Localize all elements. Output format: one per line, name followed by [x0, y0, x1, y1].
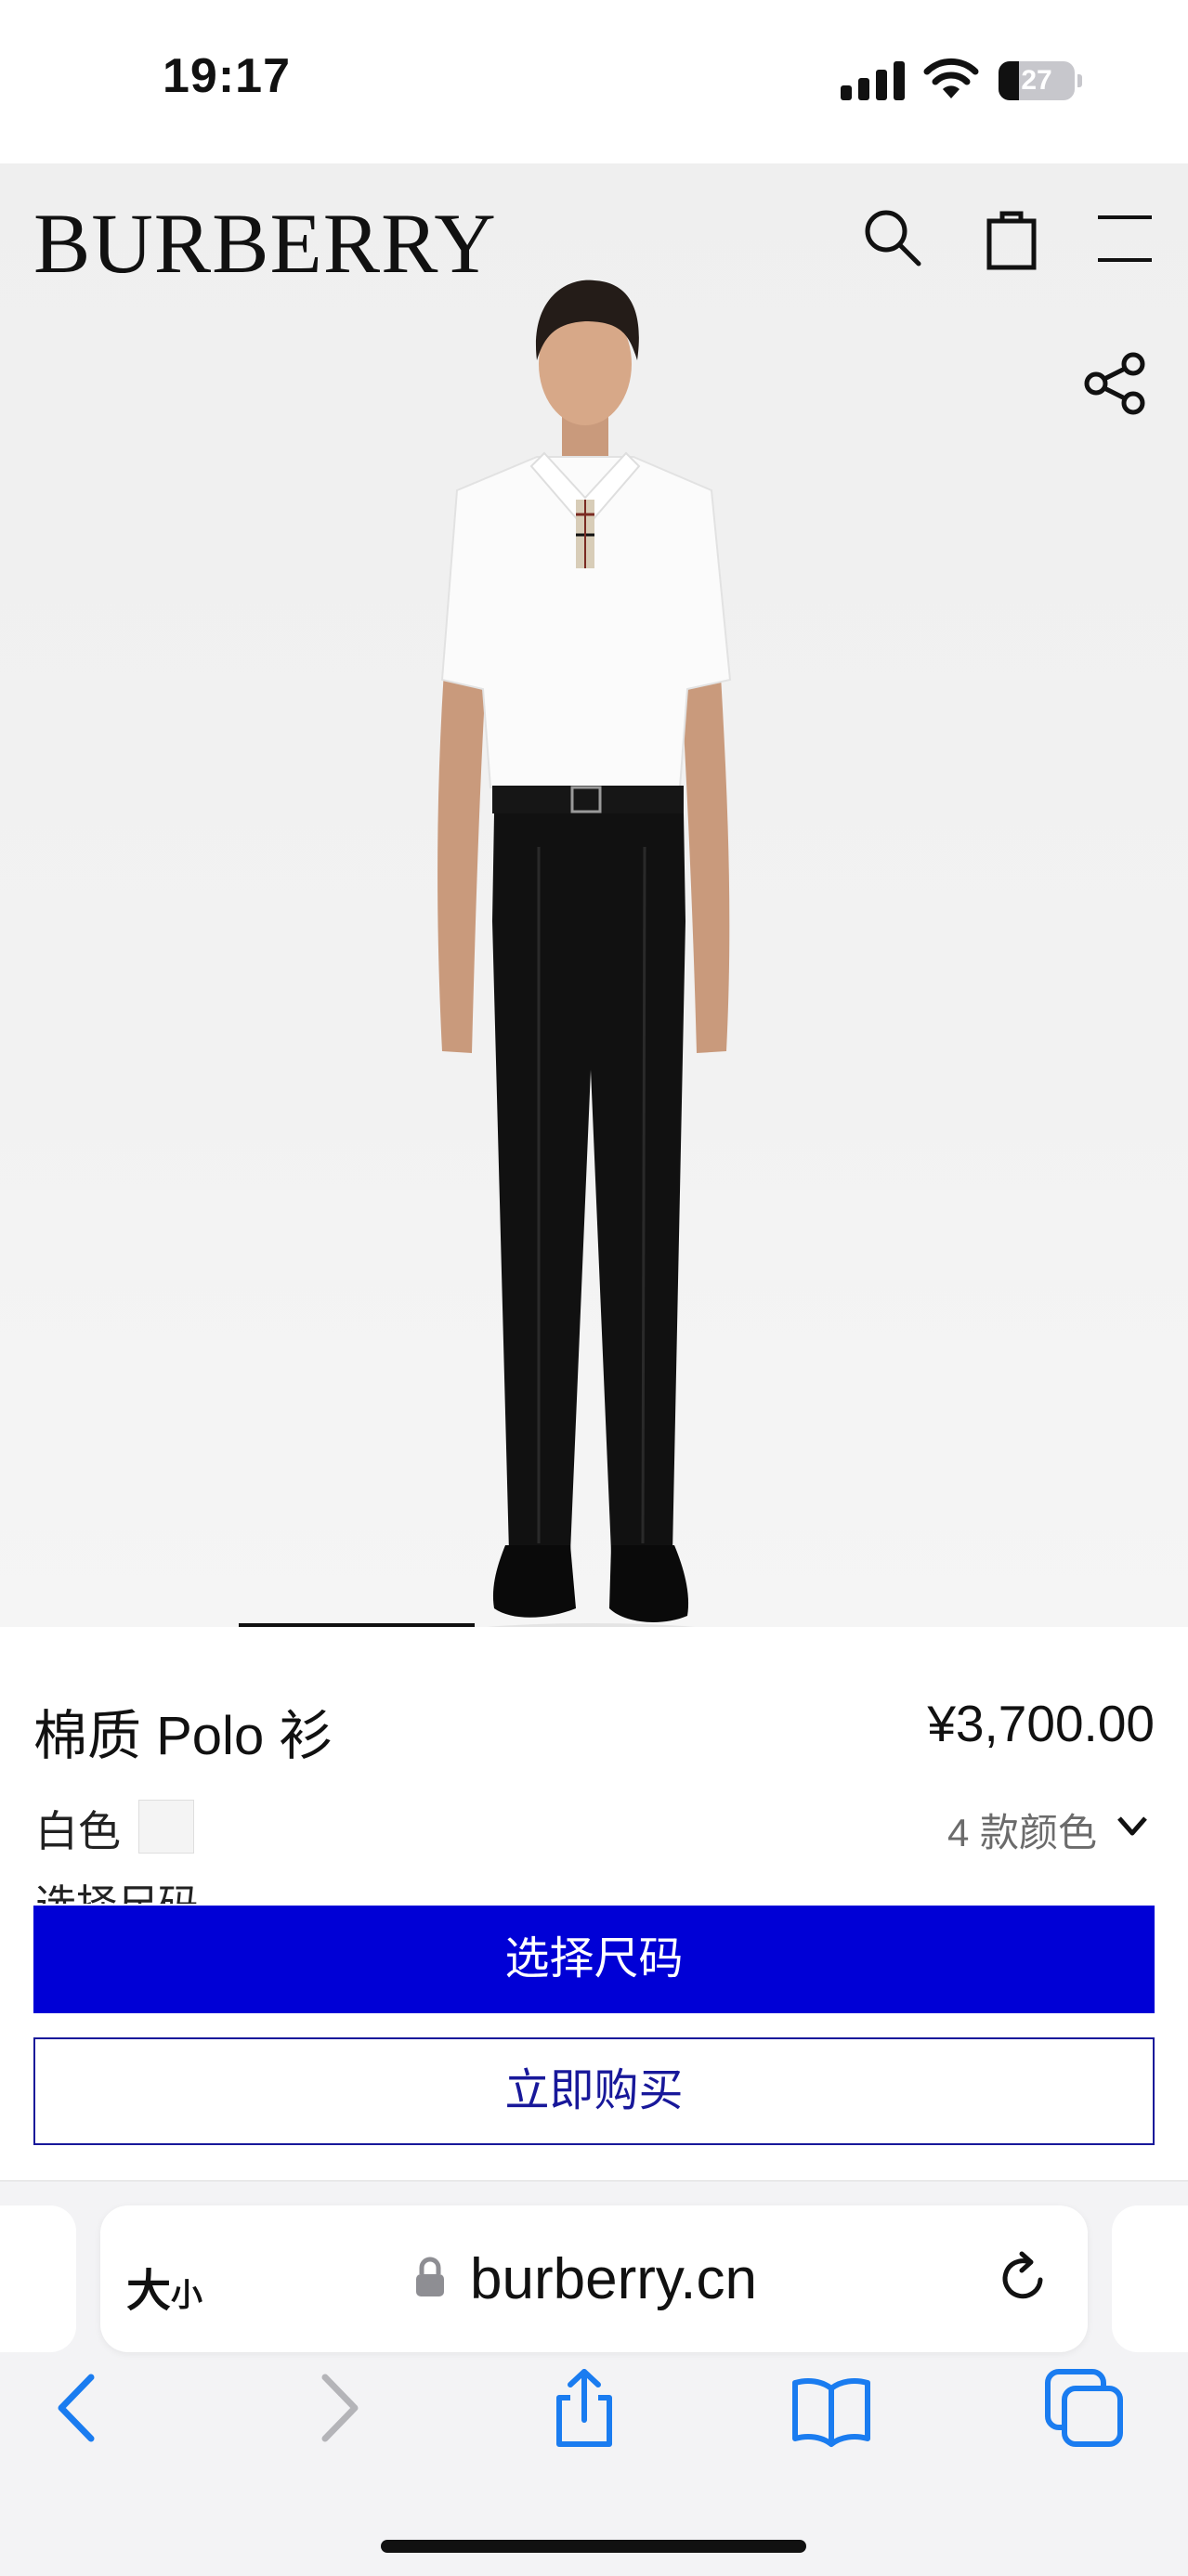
battery-level: 27 [1021, 65, 1052, 96]
battery-icon: 27 [999, 61, 1082, 100]
text-size-small-label: 小 [171, 2278, 203, 2313]
text-size-big-label: 大 [126, 2267, 172, 2316]
next-tab-preview[interactable] [1112, 2205, 1188, 2352]
menu-icon[interactable] [1089, 202, 1159, 273]
reload-icon[interactable] [994, 2248, 1053, 2308]
url-text[interactable]: burberry.cn [470, 2246, 757, 2312]
bookmarks-icon[interactable] [790, 2366, 873, 2450]
color-options-toggle[interactable]: 4 款颜色 [947, 1802, 1097, 1858]
cellular-signal-icon [841, 61, 905, 100]
text-size-button[interactable]: 大小 [126, 2254, 202, 2319]
buy-now-button[interactable]: 立即购买 [33, 2037, 1155, 2145]
status-bar: 19:17 27 [0, 0, 1188, 163]
lock-icon [416, 2257, 444, 2296]
product-hero: BURBERRY [0, 163, 1188, 1627]
image-carousel-indicator[interactable] [239, 1623, 475, 1627]
wifi-icon [923, 58, 979, 98]
search-icon[interactable] [857, 202, 928, 273]
tabs-icon[interactable] [1042, 2366, 1126, 2450]
size-label: 选择尺码 [35, 1881, 199, 1904]
shopping-bag-icon[interactable] [976, 202, 1047, 273]
product-model-image[interactable] [390, 271, 780, 1627]
share-sheet-icon[interactable] [542, 2366, 626, 2450]
status-time: 19:17 [163, 49, 291, 103]
select-size-button[interactable]: 选择尺码 [33, 1906, 1155, 2013]
color-swatch-white[interactable] [138, 1800, 194, 1854]
home-indicator[interactable] [381, 2540, 806, 2553]
forward-icon[interactable] [295, 2366, 379, 2450]
chevron-down-icon[interactable] [1114, 1811, 1151, 1841]
address-bar[interactable]: 大小 burberry.cn [100, 2205, 1088, 2352]
product-price: ¥3,700.00 [927, 1695, 1155, 1752]
share-icon[interactable] [1079, 347, 1152, 420]
back-icon[interactable] [37, 2366, 121, 2450]
previous-tab-preview[interactable] [0, 2205, 76, 2352]
color-label: 白色 [35, 1807, 121, 1855]
product-name: 棉质 Polo 衫 [33, 1706, 333, 1766]
